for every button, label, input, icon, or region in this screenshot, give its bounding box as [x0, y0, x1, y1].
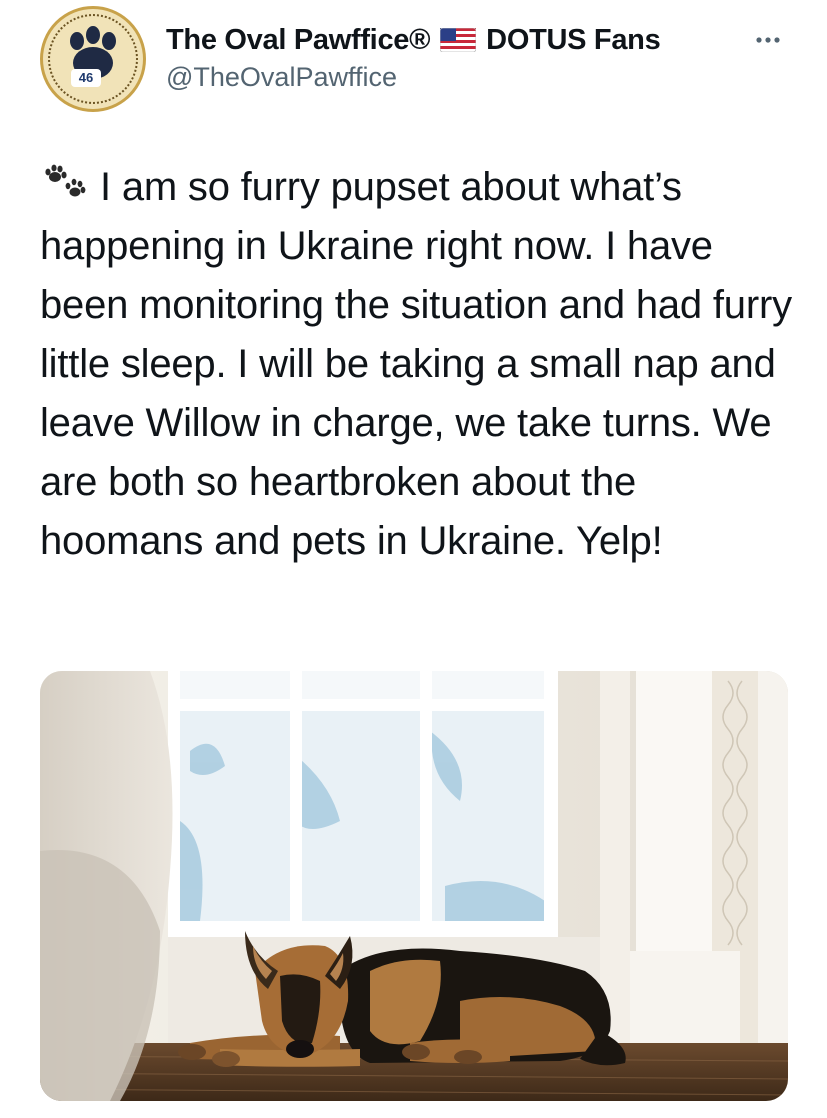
handle[interactable]: @TheOvalPawffice	[166, 62, 397, 93]
tweet-photo[interactable]	[40, 671, 788, 1101]
tweet-card: 46 The Oval Pawffice® DOTUS Fans @TheOva…	[0, 0, 827, 1118]
name-suffix: DOTUS Fans	[486, 23, 661, 56]
paw-prints-icon	[40, 160, 90, 200]
name-row: The Oval Pawffice® DOTUS Fans	[166, 22, 661, 58]
avatar-badge: 46	[71, 69, 101, 87]
more-options-icon[interactable]	[750, 22, 786, 58]
tweet-text: I am so furry pupset about what’s happen…	[40, 158, 800, 571]
avatar[interactable]: 46	[40, 6, 146, 112]
dog-by-window-image	[40, 671, 788, 1101]
display-name[interactable]: The Oval Pawffice®	[166, 24, 430, 57]
us-flag-icon	[439, 27, 477, 53]
tweet-body: I am so furry pupset about what’s happen…	[40, 165, 792, 563]
